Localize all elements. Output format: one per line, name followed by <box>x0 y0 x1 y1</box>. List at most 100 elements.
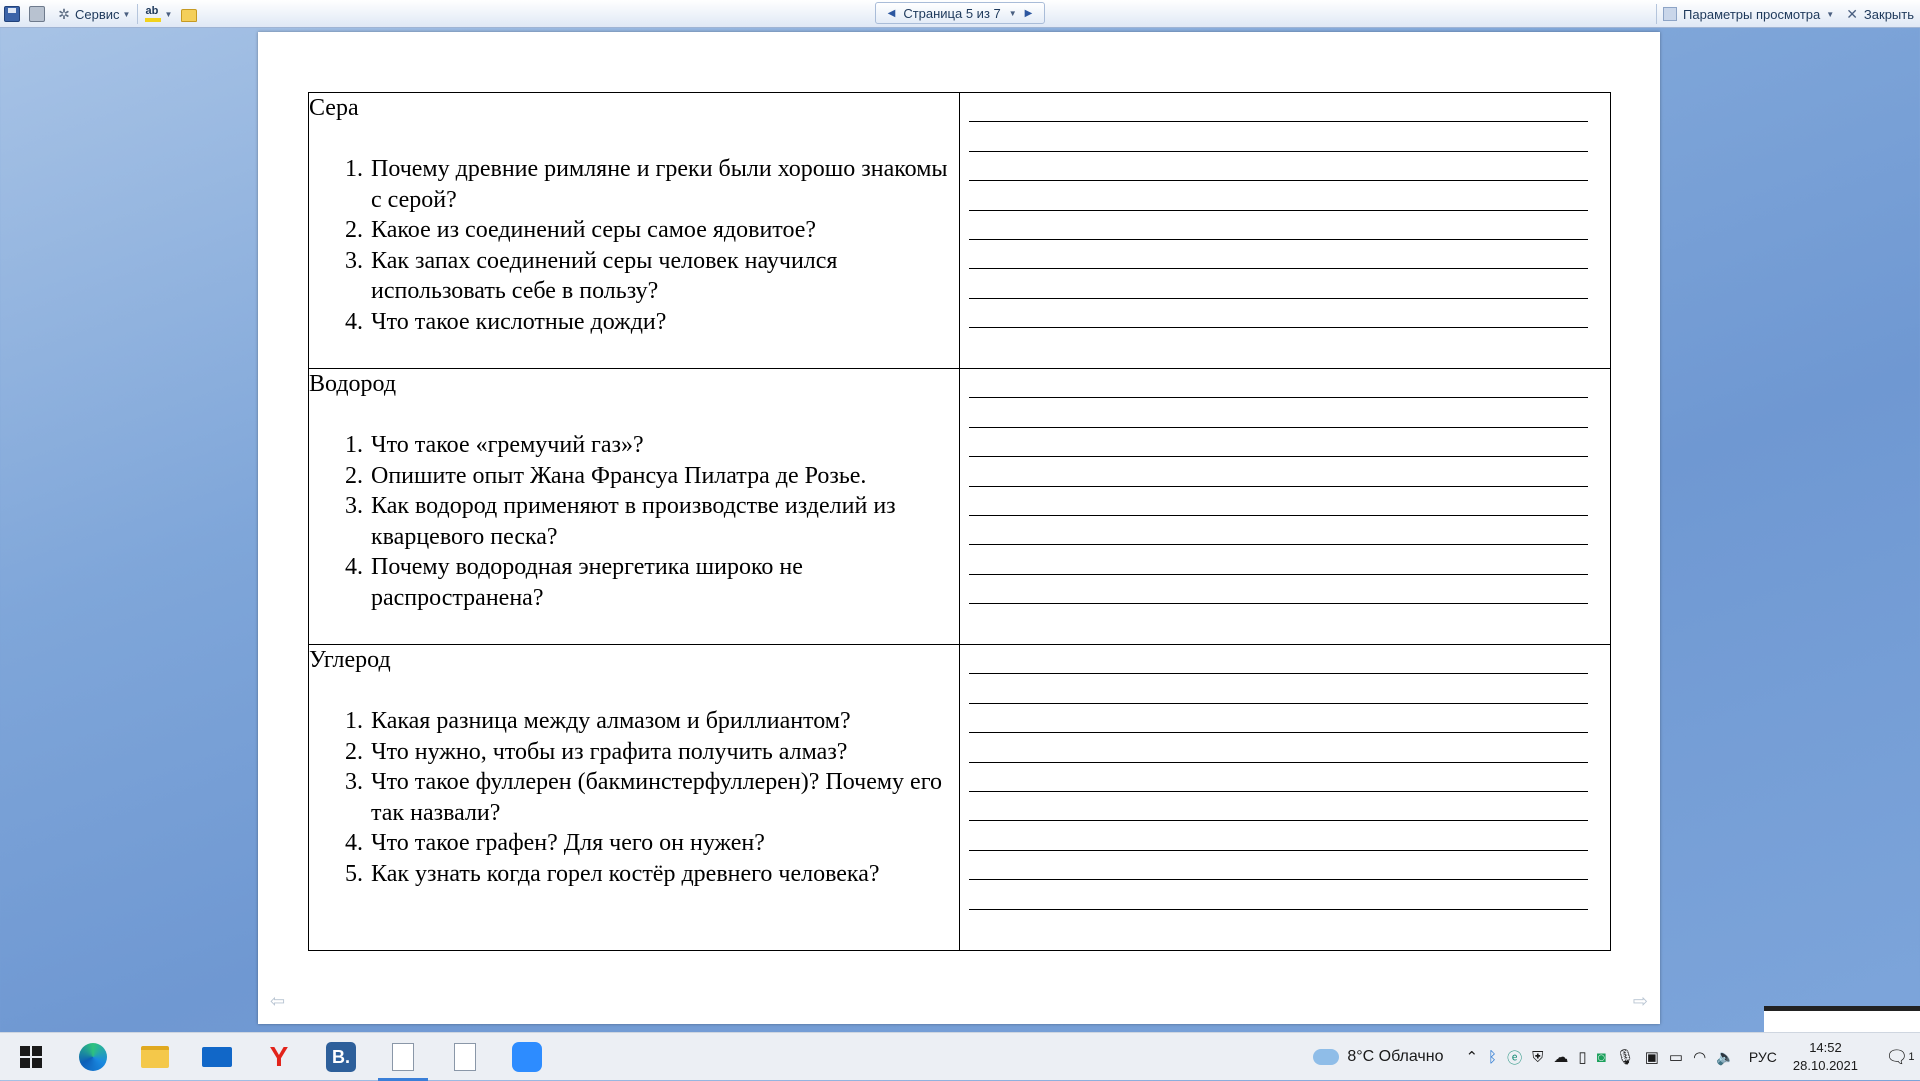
table-row: Сера Почему древние римляне и греки были… <box>308 92 1611 369</box>
answer-line <box>969 152 1588 182</box>
answer-line <box>969 821 1588 851</box>
language-indicator[interactable]: РУС <box>1749 1049 1777 1065</box>
print-icon[interactable] <box>29 6 45 22</box>
system-tray: 8°C Облачно ⌃ ᛒ ⓔ ⛨ ☁ ▯ ◙ 🎙 ▣ ▭ ◠ 🔈 РУС … <box>1313 1033 1920 1081</box>
previous-screen-arrow-icon[interactable]: ⇦ <box>270 991 285 1012</box>
view-options-icon[interactable] <box>1663 7 1678 21</box>
close-icon[interactable]: ✕ <box>1846 6 1858 23</box>
app-tray-icon[interactable]: ◙ <box>1597 1049 1606 1066</box>
taskbar-mail[interactable] <box>186 1033 248 1081</box>
microphone-icon[interactable]: 🎙 <box>1616 1048 1635 1066</box>
mail-icon <box>202 1047 232 1067</box>
folder-icon[interactable] <box>181 8 198 22</box>
answer-line <box>969 516 1588 546</box>
answer-line <box>969 299 1588 329</box>
document-icon <box>454 1043 476 1071</box>
answer-line <box>969 575 1588 605</box>
answer-line <box>969 211 1588 240</box>
question-item: Как узнать когда горел костёр древнего ч… <box>369 859 959 890</box>
question-item: Что такое фуллерен (бакминстерфуллерен)?… <box>369 767 959 828</box>
cloud-offline-icon[interactable]: ☁ <box>1553 1048 1568 1066</box>
answer-line <box>969 645 1588 675</box>
taskbar-document[interactable] <box>434 1033 496 1081</box>
answer-line <box>969 122 1588 152</box>
answer-line <box>969 428 1588 458</box>
section-heading: Сера <box>309 95 359 121</box>
answer-line <box>969 269 1588 299</box>
chevron-down-icon[interactable]: ▼ <box>123 10 131 19</box>
page-indicator[interactable]: Страница 5 из 7 <box>903 6 1000 21</box>
answer-lines-cell[interactable] <box>959 644 1611 951</box>
tools-icon[interactable]: ✲ <box>56 6 72 22</box>
taskbar-zoom[interactable] <box>496 1033 558 1081</box>
next-page-icon[interactable]: ▶ <box>1025 8 1033 19</box>
notification-count: 1 <box>1908 1051 1915 1063</box>
chevron-down-icon[interactable]: ▼ <box>164 10 172 19</box>
question-item: Что такое графен? Для чего он нужен? <box>369 828 959 859</box>
vk-icon: B. <box>326 1042 356 1072</box>
clock[interactable]: 14:52 28.10.2021 <box>1793 1039 1858 1075</box>
notification-icon[interactable]: 🗨 1 <box>1880 1047 1920 1068</box>
taskbar-word-document[interactable] <box>372 1033 434 1081</box>
section-heading: Углерод <box>309 647 391 673</box>
service-menu-button[interactable]: Сервис <box>75 7 120 22</box>
chevron-down-icon[interactable]: ▼ <box>1826 10 1834 19</box>
device-icon[interactable]: ▣ <box>1645 1048 1659 1066</box>
previous-page-icon[interactable]: ◀ <box>888 8 896 19</box>
word-document-icon <box>392 1043 414 1071</box>
weather-text: 8°C Облачно <box>1347 1048 1444 1065</box>
question-list: Почему древние римляне и греки были хоро… <box>309 154 959 338</box>
question-item: Какая разница между алмазом и бриллианто… <box>369 706 959 737</box>
weather-widget[interactable]: 8°C Облачно <box>1313 1048 1443 1066</box>
toolbar-separator <box>1656 4 1658 24</box>
section-heading: Водород <box>309 371 397 397</box>
chevron-up-icon[interactable]: ⌃ <box>1465 1048 1478 1066</box>
questions-cell[interactable]: Углерод Какая разница между алмазом и бр… <box>308 644 960 951</box>
question-item: Опишите опыт Жана Франсуа Пилатра де Роз… <box>369 461 959 492</box>
answer-line <box>969 93 1588 123</box>
answer-lines <box>960 93 1610 329</box>
view-options-button[interactable]: Параметры просмотра <box>1683 7 1820 22</box>
close-reading-button[interactable]: Закрыть <box>1864 7 1914 22</box>
wifi-icon[interactable]: ◠ <box>1693 1048 1706 1066</box>
question-item: Почему водородная энергетика широко не р… <box>369 552 959 613</box>
answer-line <box>969 851 1588 881</box>
save-icon[interactable] <box>4 6 20 22</box>
taskbar-yandex[interactable]: Y <box>248 1033 310 1081</box>
clock-date: 28.10.2021 <box>1792 1058 1858 1073</box>
volume-icon[interactable]: 🔈 <box>1716 1048 1735 1066</box>
toolbar-separator <box>137 4 139 24</box>
zoom-icon <box>512 1042 542 1072</box>
reading-toolbar: ✲ Сервис ▼ ab ▼ ◀ Страница 5 из 7 ▼ ▶ Па… <box>0 0 1920 28</box>
cloud-icon <box>1313 1049 1340 1065</box>
answer-lines <box>960 369 1610 605</box>
questions-cell[interactable]: Водород Что такое «гремучий газ»? Опишит… <box>308 368 960 645</box>
toolbar-left-group: ✲ Сервис ▼ ab ▼ <box>4 4 198 24</box>
answer-line <box>969 674 1588 704</box>
usb-icon[interactable]: ▯ <box>1578 1048 1586 1066</box>
question-item: Почему древние римляне и греки были хоро… <box>369 154 959 215</box>
battery-icon[interactable]: ▭ <box>1669 1048 1683 1066</box>
answer-lines-cell[interactable] <box>959 368 1611 645</box>
start-button[interactable] <box>0 1033 62 1081</box>
edge-icon <box>79 1043 107 1071</box>
clock-time: 14:52 <box>1809 1040 1842 1055</box>
answer-line <box>969 763 1588 792</box>
next-screen-arrow-icon[interactable]: ⇨ <box>1633 991 1648 1012</box>
question-item: Что такое кислотные дожди? <box>369 307 959 338</box>
answer-line <box>969 457 1588 487</box>
taskbar-edge[interactable] <box>62 1033 124 1081</box>
chevron-down-icon[interactable]: ▼ <box>1009 9 1017 18</box>
taskbar-vk[interactable]: B. <box>310 1033 372 1081</box>
spelling-icon[interactable]: ab <box>145 6 162 22</box>
edge-tray-icon[interactable]: ⓔ <box>1507 1047 1522 1068</box>
questions-cell[interactable]: Сера Почему древние римляне и греки были… <box>308 92 960 369</box>
bluetooth-icon[interactable]: ᛒ <box>1488 1049 1497 1066</box>
answer-lines-cell[interactable] <box>959 92 1611 369</box>
taskbar-explorer[interactable] <box>124 1033 186 1081</box>
question-item: Как запах соединений серы человек научил… <box>369 246 959 307</box>
question-list: Что такое «гремучий газ»? Опишите опыт Ж… <box>309 430 959 614</box>
security-icon[interactable]: ⛨ <box>1532 1049 1543 1066</box>
popup-edge <box>1764 1006 1920 1032</box>
file-explorer-icon <box>141 1046 169 1068</box>
